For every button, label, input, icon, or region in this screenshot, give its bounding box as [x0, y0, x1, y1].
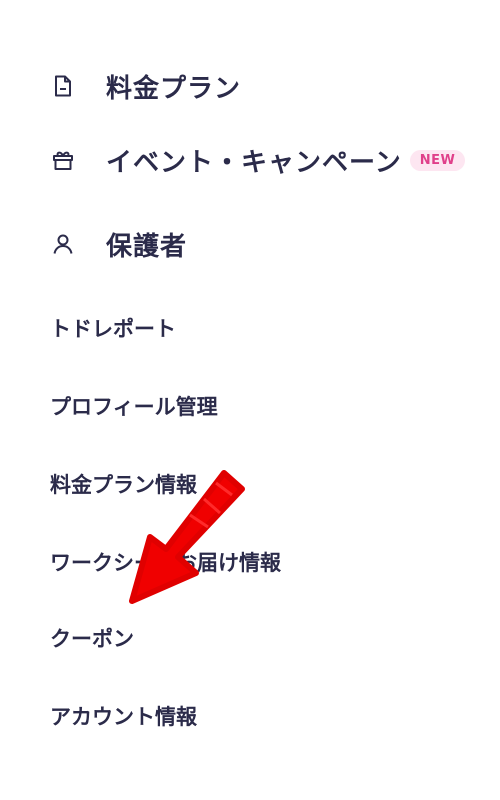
menu-item-profile-management[interactable]: プロフィール管理 — [50, 388, 218, 424]
menu-item-label: 料金プラン — [106, 73, 242, 104]
menu-item-todo-report[interactable]: トドレポート — [50, 310, 176, 346]
person-icon — [50, 231, 76, 257]
menu-item-label: 保護者 — [106, 231, 188, 262]
menu-item-account-info[interactable]: アカウント情報 — [50, 698, 197, 734]
menu-item-coupon[interactable]: クーポン — [50, 620, 134, 656]
menu-item-label: イベント・キャンペーン — [106, 147, 402, 178]
gift-icon — [50, 147, 76, 173]
menu-item-worksheet-delivery[interactable]: ワークシートお届け情報 — [50, 544, 281, 580]
document-icon — [50, 73, 76, 99]
menu-item-events-campaigns[interactable]: イベント・キャンペーン NEW — [50, 138, 466, 182]
menu-item-plan-info[interactable]: 料金プラン情報 — [50, 466, 197, 502]
menu-item-pricing-plan[interactable]: 料金プラン — [50, 64, 241, 108]
side-menu: 料金プラン イベント・キャンペーン NEW 保護者 トドレポート プロフィール管… — [0, 0, 500, 800]
new-badge: NEW — [409, 149, 466, 171]
menu-item-guardian[interactable]: 保護者 — [50, 222, 187, 266]
